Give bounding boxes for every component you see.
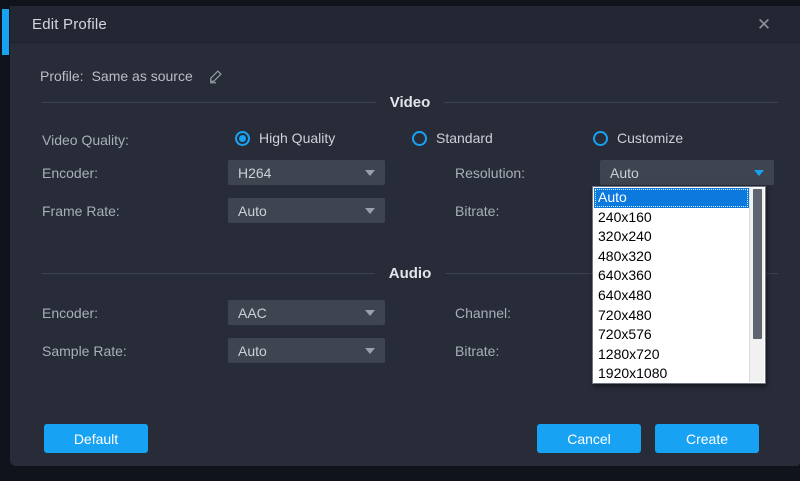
- chevron-down-icon: [365, 207, 375, 214]
- video-encoder-dropdown[interactable]: H264: [228, 160, 385, 185]
- scrollbar-thumb[interactable]: [753, 189, 762, 339]
- dialog-titlebar: Edit Profile ✕: [10, 6, 800, 43]
- resolution-option[interactable]: 720x480: [594, 306, 749, 326]
- edit-pencil-icon[interactable]: [207, 67, 225, 85]
- frame-rate-value: Auto: [238, 202, 267, 219]
- create-button[interactable]: Create: [655, 424, 759, 453]
- audio-section-title: Audio: [388, 265, 432, 282]
- video-section-header: Video: [42, 94, 779, 111]
- radio-label: Customize: [617, 130, 684, 146]
- resolution-value: Auto: [610, 164, 639, 181]
- divider: [42, 102, 376, 103]
- resolution-option[interactable]: 1280x720: [594, 345, 749, 365]
- sample-rate-dropdown[interactable]: Auto: [228, 338, 385, 363]
- resolution-option[interactable]: 640x480: [594, 286, 749, 306]
- video-section-title: Video: [389, 94, 431, 111]
- resolution-option[interactable]: 240x160: [594, 208, 749, 228]
- channel-label: Channel:: [455, 305, 512, 321]
- blue-accent-bar: [2, 9, 9, 55]
- video-encoder-label: Encoder:: [42, 165, 99, 181]
- divider: [444, 102, 779, 103]
- default-button[interactable]: Default: [44, 424, 148, 453]
- resolution-label: Resolution:: [455, 165, 526, 181]
- profile-value: Same as source: [91, 68, 193, 84]
- chevron-down-icon: [365, 309, 375, 316]
- video-bitrate-label: Bitrate:: [455, 203, 500, 219]
- audio-encoder-label: Encoder:: [42, 305, 99, 321]
- resolution-dropdown[interactable]: Auto: [600, 160, 774, 185]
- frame-rate-label: Frame Rate:: [42, 203, 120, 219]
- resolution-options: Auto 240x160 320x240 480x320 640x360 640…: [594, 188, 749, 382]
- radio-high-quality[interactable]: High Quality: [235, 130, 335, 146]
- radio-unselected-icon: [593, 130, 608, 146]
- sample-rate-label: Sample Rate:: [42, 343, 127, 359]
- resolution-option[interactable]: 720x576: [594, 325, 749, 345]
- frame-rate-dropdown[interactable]: Auto: [228, 198, 385, 223]
- audio-bitrate-label: Bitrate:: [455, 343, 500, 359]
- resolution-option[interactable]: 640x360: [594, 266, 749, 286]
- radio-label: Standard: [436, 130, 493, 146]
- chevron-down-icon: [365, 347, 375, 354]
- resolution-option-list: Auto 240x160 320x240 480x320 640x360 640…: [592, 186, 766, 384]
- chevron-down-icon: [754, 169, 764, 176]
- video-quality-label: Video Quality:: [42, 132, 129, 148]
- chevron-down-icon: [365, 169, 375, 176]
- profile-row: Profile: Same as source: [40, 67, 225, 85]
- audio-encoder-value: AAC: [238, 304, 267, 321]
- cancel-button[interactable]: Cancel: [537, 424, 641, 453]
- close-icon[interactable]: ✕: [752, 13, 776, 37]
- resolution-option[interactable]: 1920x1080: [594, 364, 749, 384]
- sample-rate-value: Auto: [238, 342, 267, 359]
- radio-customize[interactable]: Customize: [593, 130, 683, 146]
- video-encoder-value: H264: [238, 164, 272, 181]
- screen: Edit Profile ✕ Profile: Same as source V…: [0, 0, 800, 481]
- profile-label: Profile:: [40, 68, 84, 84]
- resolution-option[interactable]: 480x320: [594, 247, 749, 267]
- list-scrollbar[interactable]: [749, 188, 764, 382]
- radio-unselected-icon: [412, 130, 427, 146]
- radio-label: High Quality: [259, 130, 336, 146]
- radio-selected-icon: [235, 130, 250, 146]
- dialog-title: Edit Profile: [32, 16, 107, 33]
- audio-encoder-dropdown[interactable]: AAC: [228, 300, 385, 325]
- radio-standard[interactable]: Standard: [412, 130, 493, 146]
- resolution-option[interactable]: 320x240: [594, 227, 749, 247]
- resolution-option[interactable]: Auto: [594, 188, 749, 208]
- divider: [42, 273, 375, 274]
